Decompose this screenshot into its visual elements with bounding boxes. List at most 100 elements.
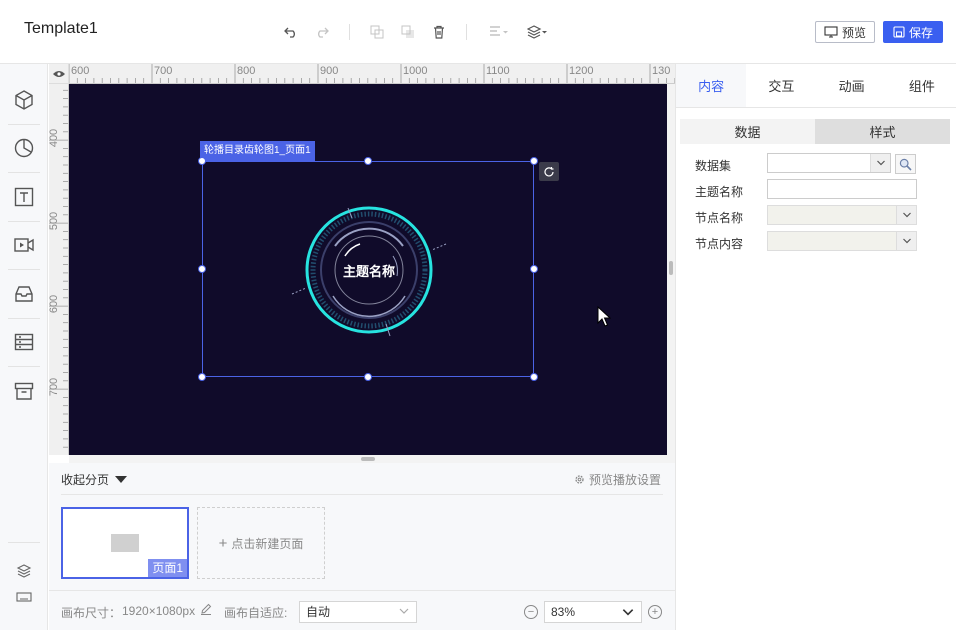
text-icon[interactable] (11, 184, 37, 210)
zoom-out-button[interactable]: − (524, 605, 538, 619)
edit-size-icon[interactable] (200, 603, 212, 618)
chevron-down-icon (896, 206, 916, 224)
top-bar: Template1 预览 保存 (0, 0, 956, 64)
ruler-label: 130 (652, 65, 671, 77)
subtab-data[interactable]: 数据 (680, 119, 815, 144)
app-title: Template1 (24, 20, 98, 37)
chevron-down-icon (399, 608, 409, 614)
align-icon[interactable] (486, 22, 512, 42)
zoom-select[interactable]: 83% (544, 601, 642, 623)
redo-icon[interactable] (312, 22, 332, 42)
ruler-label: 1100 (486, 65, 510, 77)
ruler-left: 400 500 600 700 (49, 84, 69, 455)
new-page-button[interactable]: + 点击新建页面 (197, 507, 325, 579)
pages-panel: 收起分页 预览播放设置 页面1 + 点击新建页面 (49, 463, 675, 590)
pie-chart-icon[interactable] (11, 135, 37, 161)
preview-button[interactable]: 预览 (815, 21, 875, 43)
resize-handle-top-right[interactable] (530, 157, 538, 165)
ruler-label: 600 (49, 294, 61, 314)
resize-handle-bottom[interactable] (364, 373, 372, 381)
paste-icon[interactable] (398, 22, 418, 42)
collapse-pages-label: 收起分页 (61, 473, 110, 487)
resize-handle-bottom-right[interactable] (530, 373, 538, 381)
node-name-label: 节点名称 (695, 211, 744, 225)
ruler-label: 600 (71, 65, 90, 77)
resize-handle-top-left[interactable] (198, 157, 206, 165)
inbox-icon[interactable] (11, 281, 37, 307)
toolbar-divider (349, 24, 350, 40)
canvas-fit-select[interactable]: 自动 (299, 601, 417, 623)
canvas-fit-value: 自动 (306, 605, 331, 619)
preview-play-settings-label: 预览播放设置 (588, 473, 661, 487)
tab-interaction[interactable]: 交互 (746, 64, 817, 107)
chevron-down-icon (896, 232, 916, 250)
ruler-label: 700 (154, 65, 173, 77)
subtab-style[interactable]: 样式 (815, 119, 950, 144)
new-page-label: 点击新建页面 (231, 536, 304, 551)
canvas-size-value: 1920×1080px (122, 604, 196, 618)
property-subtabs: 数据 样式 (680, 119, 950, 144)
ruler-label: 400 (49, 128, 61, 148)
resize-handle-right[interactable] (530, 265, 538, 273)
delete-icon[interactable] (429, 22, 449, 42)
canvas-size-label: 画布尺寸： (61, 606, 122, 620)
page-thumbnail[interactable]: 页面1 (61, 507, 189, 579)
list-icon[interactable] (11, 329, 37, 355)
canvas-vertical-scrollbar[interactable] (667, 84, 675, 455)
plus-icon: + (218, 534, 228, 552)
search-icon (899, 158, 912, 171)
resize-handle-top[interactable] (364, 157, 372, 165)
keyboard-icon[interactable] (11, 586, 37, 608)
component-name-label: 轮播目录齿轮图1_页面1 (200, 141, 315, 161)
zoom-out-icon: − (527, 605, 535, 618)
ruler-label: 1200 (569, 65, 594, 77)
theme-name-input[interactable] (767, 179, 917, 199)
3d-cube-icon[interactable] (11, 87, 37, 113)
theme-name-label: 主题名称 (695, 185, 744, 199)
zoom-in-icon: + (651, 605, 659, 618)
ring-title: 主题名称 (342, 263, 395, 279)
video-icon[interactable] (11, 232, 37, 258)
archive-icon[interactable] (11, 378, 37, 404)
ring-visual[interactable]: 主题名称 (290, 196, 448, 344)
canvas-horizontal-scrollbar[interactable] (69, 455, 675, 463)
monitor-icon (824, 26, 838, 38)
collapse-pages-button[interactable]: 收起分页 (61, 471, 128, 488)
tab-component[interactable]: 组件 (886, 64, 956, 107)
resize-handle-bottom-left[interactable] (198, 373, 206, 381)
tab-content[interactable]: 内容 (676, 64, 747, 107)
save-button[interactable]: 保存 (883, 21, 943, 43)
save-label: 保存 (908, 25, 933, 40)
zoom-value: 83% (551, 605, 576, 619)
node-content-label: 节点内容 (695, 237, 744, 251)
node-name-select[interactable] (767, 205, 917, 225)
chevron-down-icon (622, 609, 634, 616)
preview-play-settings-button[interactable]: 预览播放设置 (574, 471, 661, 488)
rotate-button[interactable] (539, 162, 559, 181)
dataset-label: 数据集 (695, 159, 732, 173)
layer-order-icon[interactable] (525, 22, 551, 42)
ruler-label: 1000 (403, 65, 428, 77)
toolbar-divider (466, 24, 467, 40)
ruler-top: 600 700 800 900 1000 1100 1200 130 (69, 64, 675, 84)
layers-icon[interactable] (11, 560, 37, 582)
ruler-label: 900 (320, 65, 339, 77)
undo-icon[interactable] (281, 22, 301, 42)
ruler-label: 800 (237, 65, 256, 77)
dataset-search-button[interactable] (895, 154, 916, 174)
rotate-icon (544, 166, 554, 176)
ruler-label: 700 (49, 377, 61, 397)
dataset-select[interactable] (767, 153, 891, 173)
tab-animation[interactable]: 动画 (816, 64, 887, 107)
zoom-in-button[interactable]: + (648, 605, 662, 619)
property-panel: 内容 交互 动画 组件 数据 样式 数据集 主题名称 节点名称 节点内容 (675, 64, 956, 630)
visibility-toggle[interactable] (49, 64, 69, 84)
property-tabs: 内容 交互 动画 组件 (676, 64, 956, 108)
chevron-down-icon (870, 154, 890, 172)
resize-handle-left[interactable] (198, 265, 206, 273)
save-icon (893, 26, 905, 38)
copy-icon[interactable] (367, 22, 387, 42)
node-content-select[interactable] (767, 231, 917, 251)
ruler-label: 500 (49, 211, 61, 231)
canvas-fit-label: 画布自适应: (224, 606, 288, 620)
